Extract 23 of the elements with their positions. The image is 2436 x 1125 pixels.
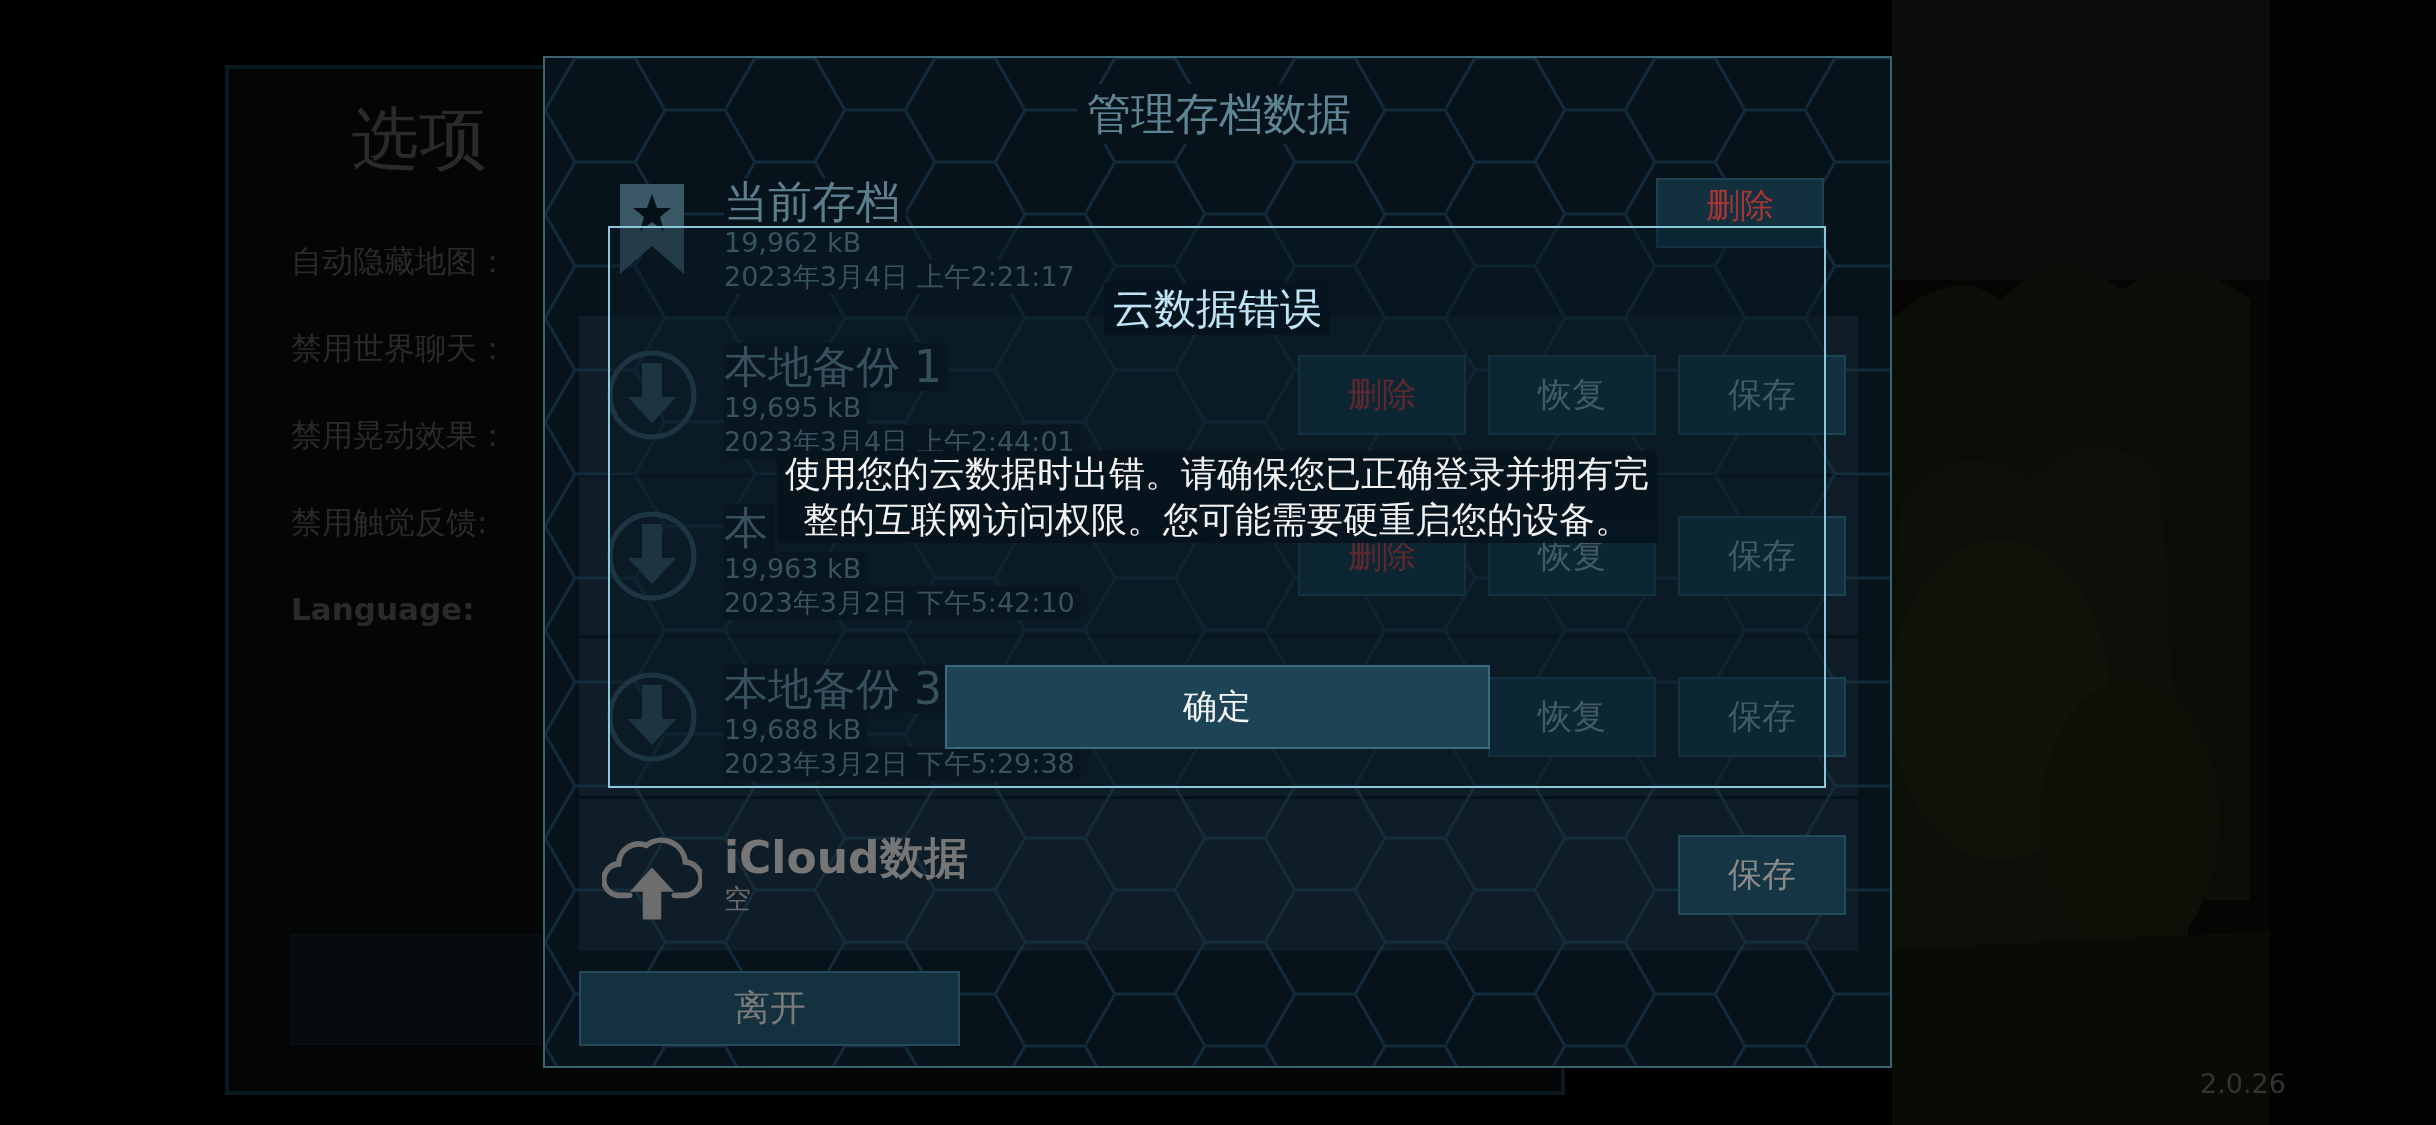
save-size: 19,963 kB: [724, 552, 868, 586]
download-circle-icon: [606, 510, 698, 602]
save-title: 当前存档: [724, 178, 906, 226]
confirm-button[interactable]: 确定: [944, 665, 1490, 749]
save-status: 空: [724, 882, 752, 916]
dialog-message: 使用您的云数据时出错。请确保您已正确登录并拥有完整的互联网访问权限。您可能需要硬重启您的设备。: [777, 451, 1657, 543]
save-date: 2023年3月2日 下午5:42:10: [724, 586, 1081, 620]
save-size: 19,688 kB: [724, 713, 868, 747]
save-date: 2023年3月2日 下午5:29:38: [724, 747, 1081, 781]
download-circle-icon: [606, 349, 698, 441]
dialog-title: 云数据错误: [1104, 283, 1330, 335]
save-title: 本地备份 3: [724, 665, 948, 713]
bookmark-star-icon: [620, 184, 684, 274]
icloud-row[interactable]: iCloud数据 空 保存: [579, 799, 1858, 951]
delete-button[interactable]: 删除: [1298, 355, 1466, 435]
save-title: 本: [724, 504, 774, 552]
save-title: 本地备份 1: [724, 343, 948, 391]
leave-button[interactable]: 离开: [579, 971, 960, 1046]
action-button[interactable]: 保存: [1678, 835, 1846, 915]
save-title: iCloud数据: [724, 834, 969, 882]
save-size: 19,695 kB: [724, 391, 868, 425]
download-circle-icon: [606, 671, 698, 763]
delete-button[interactable]: 删除: [1656, 178, 1824, 248]
